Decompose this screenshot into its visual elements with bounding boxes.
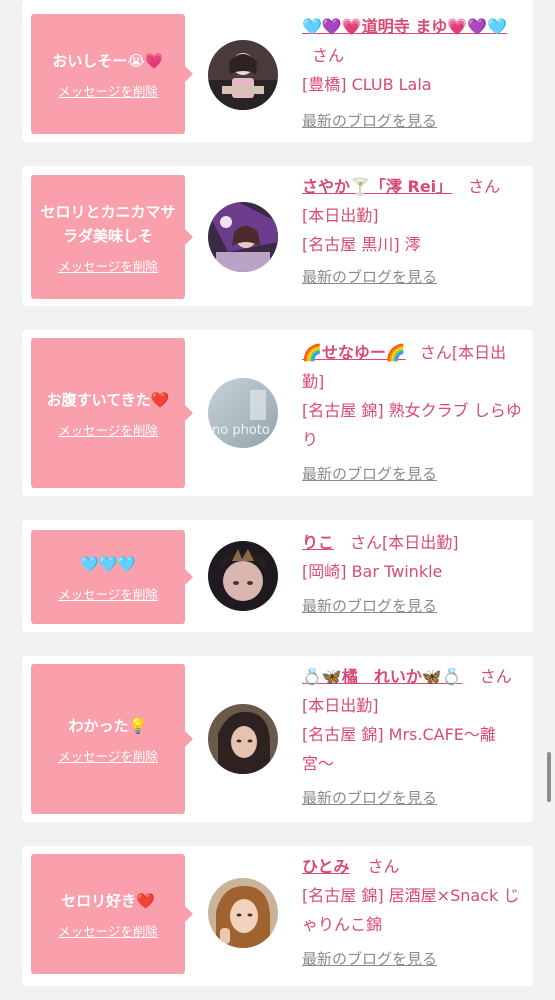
honorific: さん: [419, 343, 452, 362]
latest-blog-link[interactable]: 最新のブログを見る: [302, 263, 437, 292]
status-line: [本日出勤]: [382, 533, 459, 552]
honorific: さん: [479, 667, 512, 686]
status-line: [本日出勤]: [302, 696, 379, 715]
message-bubble: お腹すいてきた❤️ メッセージを削除: [31, 338, 193, 488]
message-bubble: セロリ好き❤️ メッセージを削除: [31, 854, 193, 974]
avatar[interactable]: [208, 878, 278, 948]
cast-info: さやか🍸「澪 Rei」 さん [本日出勤] [名古屋 黒川] 澪 最新のブログを見…: [302, 172, 524, 292]
delete-message-link[interactable]: メッセージを削除: [58, 921, 158, 940]
message-text: セロリ好き❤️: [61, 891, 155, 910]
cast-info: りこ さん[本日出勤] [岡崎] Bar Twinkle 最新のブログを見る: [302, 528, 524, 621]
cast-info: 💍🦋橘 れいか🦋💍 さん [本日出勤] [名古屋 錦] Mrs.CAFE〜離宮〜 最…: [302, 662, 524, 813]
avatar[interactable]: no photo: [208, 378, 278, 448]
cast-name-link[interactable]: 🌈せなゆー🌈: [302, 343, 406, 362]
message-text: おいしそー😭💗: [52, 51, 164, 70]
delete-message-link[interactable]: メッセージを削除: [58, 256, 158, 275]
delete-message-link[interactable]: メッセージを削除: [58, 81, 158, 100]
shop-line: [名古屋 黒川] 澪: [302, 235, 421, 254]
message-text: お腹すいてきた❤️: [46, 390, 170, 409]
message-bubble: わかった💡 メッセージを削除: [31, 664, 193, 814]
honorific: さん: [468, 177, 501, 196]
latest-blog-link[interactable]: 最新のブログを見る: [302, 107, 437, 136]
honorific: さん: [367, 857, 400, 876]
cast-name-link[interactable]: 🩵💜💗道明寺 まゆ💗💜🩵: [302, 17, 507, 36]
message-card: セロリとカニカマサラダ美味しそ メッセージを削除 さやか🍸「澪 Rei」 さん […: [22, 166, 533, 306]
latest-blog-link[interactable]: 最新のブログを見る: [302, 945, 437, 974]
delete-message-link[interactable]: メッセージを削除: [58, 746, 158, 765]
scrollbar[interactable]: [547, 752, 551, 802]
message-text: わかった💡: [68, 716, 148, 735]
shop-line: [名古屋 錦] Mrs.CAFE〜離宮〜: [302, 725, 496, 773]
message-feed: おいしそー😭💗 メッセージを削除 🩵💜💗道明寺 まゆ💗💜🩵 さん [豊橋] CLU…: [0, 0, 555, 1000]
avatar[interactable]: [208, 541, 278, 611]
delete-message-link[interactable]: メッセージを削除: [58, 420, 158, 439]
cast-info: 🩵💜💗道明寺 まゆ💗💜🩵 さん [豊橋] CLUB Lala 最新のブログを見る: [302, 12, 524, 136]
cast-info: ひとみ さん [名古屋 錦] 居酒屋×Snack じゃりんこ錦 最新のブログを見る: [302, 852, 524, 974]
shop-line: [名古屋 錦] 居酒屋×Snack じゃりんこ錦: [302, 886, 520, 934]
cast-name-link[interactable]: 💍🦋橘 れいか🦋💍: [302, 667, 462, 686]
avatar[interactable]: [208, 704, 278, 774]
message-card: わかった💡 メッセージを削除 💍🦋橘 れいか🦋💍 さん [本日出勤] [名古屋 錦]…: [22, 656, 533, 822]
message-bubble: 🩵🩵🩵 メッセージを削除: [31, 530, 193, 624]
message-card: 🩵🩵🩵 メッセージを削除 りこ さん[本日出勤] [岡崎] Bar Twinkle…: [22, 520, 533, 632]
delete-message-link[interactable]: メッセージを削除: [58, 584, 158, 603]
message-text: 🩵🩵🩵: [79, 554, 137, 573]
shop-line: [岡崎] Bar Twinkle: [302, 562, 443, 581]
message-bubble: セロリとカニカマサラダ美味しそ メッセージを削除: [31, 175, 193, 299]
avatar[interactable]: [208, 40, 278, 110]
message-card: おいしそー😭💗 メッセージを削除 🩵💜💗道明寺 まゆ💗💜🩵 さん [豊橋] CLU…: [22, 0, 533, 142]
honorific: さん: [312, 46, 345, 65]
latest-blog-link[interactable]: 最新のブログを見る: [302, 460, 437, 489]
cast-name-link[interactable]: ひとみ: [302, 857, 350, 876]
no-photo-label: no photo: [212, 423, 270, 438]
latest-blog-link[interactable]: 最新のブログを見る: [302, 592, 437, 621]
shop-line: [名古屋 錦] 熟女クラブ しらゆり: [302, 401, 522, 449]
latest-blog-link[interactable]: 最新のブログを見る: [302, 784, 437, 813]
cast-name-link[interactable]: りこ: [302, 533, 334, 552]
cast-info: 🌈せなゆー🌈 さん[本日出勤] [名古屋 錦] 熟女クラブ しらゆり 最新のブログ…: [302, 338, 524, 489]
status-line: [本日出勤]: [302, 206, 379, 225]
cast-name-link[interactable]: さやか🍸「澪 Rei」: [302, 177, 452, 196]
message-text: セロリとカニカマサラダ美味しそ: [40, 202, 176, 245]
honorific: さん: [350, 533, 383, 552]
avatar[interactable]: [208, 202, 278, 272]
message-bubble: おいしそー😭💗 メッセージを削除: [31, 14, 193, 134]
shop-line: [豊橋] CLUB Lala: [302, 75, 432, 94]
message-card: セロリ好き❤️ メッセージを削除 ひとみ さん [名古屋 錦] 居酒屋×Snack…: [22, 846, 533, 986]
message-card: お腹すいてきた❤️ メッセージを削除 no photo 🌈せなゆー🌈 さん[本日出…: [22, 330, 533, 496]
